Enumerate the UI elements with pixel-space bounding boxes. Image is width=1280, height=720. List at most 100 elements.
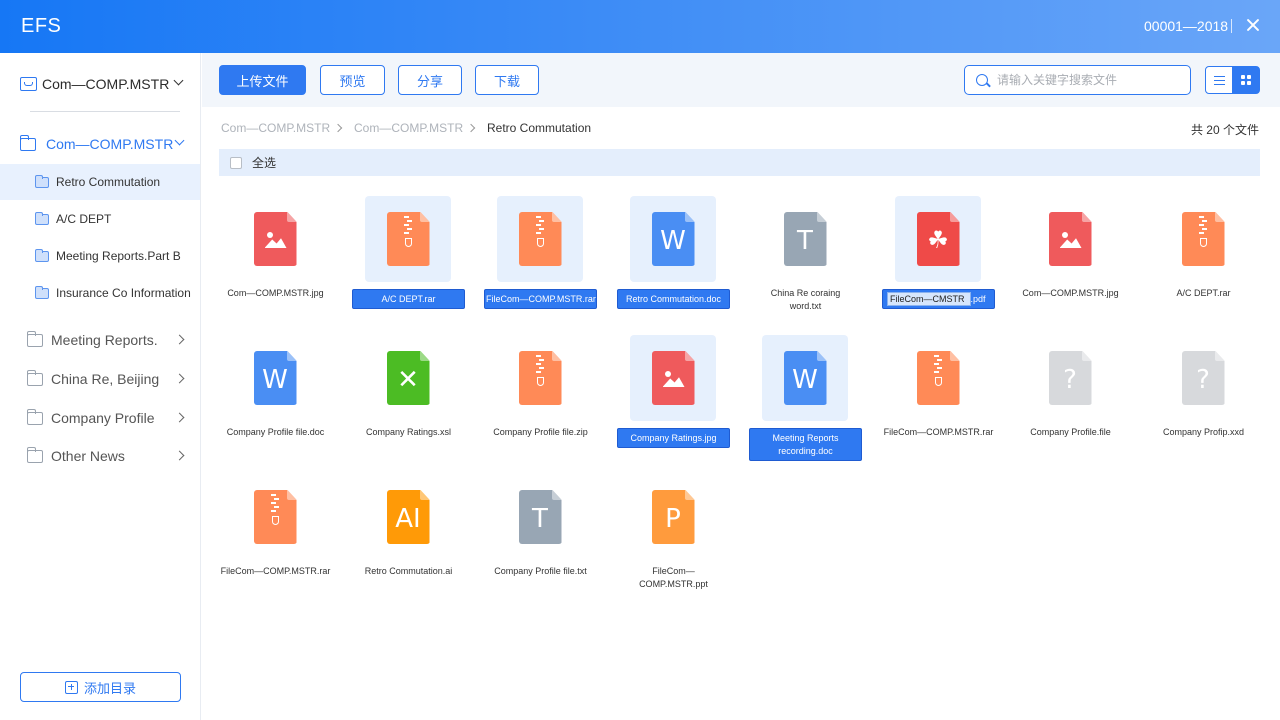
- sidebar-subitem-insurance-co[interactable]: Insurance Co Information: [0, 275, 200, 311]
- chevron-right-icon: [466, 123, 476, 133]
- file-name: Com—COMP.MSTR.jpg: [227, 288, 324, 298]
- file-tile[interactable]: FileCom—COMP.MSTR.rar: [218, 474, 333, 609]
- file-rename-field[interactable]: FileCom—CMSTR .pdf: [882, 289, 995, 309]
- file-tile[interactable]: FileCom—COMP.MSTR.rar: [881, 335, 996, 470]
- file-tile[interactable]: T Company Profile file.txt: [483, 474, 598, 609]
- inbox-icon: [20, 77, 37, 91]
- file-tile[interactable]: ? Company Profip.xxd: [1146, 335, 1261, 470]
- file-tile[interactable]: ? Company Profile.file: [1013, 335, 1128, 470]
- excel-file-icon: ✕: [386, 351, 430, 405]
- breadcrumb-current: Retro Commutation: [487, 121, 592, 135]
- archive-file-icon: [916, 351, 960, 405]
- group-label: China Re, Beijing: [51, 371, 160, 387]
- archive-file-icon: [253, 490, 297, 544]
- file-name: Company Profile file.txt: [494, 566, 587, 576]
- file-tile[interactable]: T China Re coraing word.txt: [748, 196, 863, 331]
- file-tile-selected[interactable]: A/C DEPT.rar: [351, 196, 466, 331]
- file-tile-selected[interactable]: Company Ratings.jpg: [616, 335, 731, 470]
- rename-input[interactable]: FileCom—CMSTR: [887, 292, 971, 306]
- file-name: FileCom—COMP.MSTR.rar: [484, 289, 597, 309]
- sidebar-item-active-folder[interactable]: Com—COMP.MSTR: [19, 133, 190, 155]
- folder-icon: [19, 134, 36, 151]
- file-tile[interactable]: A/C DEPT.rar: [1146, 196, 1261, 331]
- folder-icon: [34, 211, 49, 225]
- grid-view-toggle[interactable]: [1232, 66, 1260, 94]
- file-name: China Re coraing word.txt: [770, 288, 841, 311]
- subitem-label: A/C DEPT: [56, 212, 112, 226]
- select-all-bar: 全选: [219, 149, 1260, 176]
- subitem-label: Insurance Co Information: [56, 286, 191, 300]
- folder-icon: [34, 248, 49, 262]
- image-file-icon: [1048, 212, 1092, 266]
- sidebar-item-other-news[interactable]: Other News: [26, 445, 187, 467]
- share-button[interactable]: 分享: [398, 65, 462, 95]
- file-name: Company Profile.file: [1030, 427, 1111, 437]
- illustrator-file-icon: AI: [386, 490, 430, 544]
- image-file-icon: [253, 212, 297, 266]
- archive-file-icon: [518, 351, 562, 405]
- close-icon[interactable]: [1245, 17, 1261, 33]
- file-name: Retro Commutation.ai: [364, 566, 453, 576]
- header-divider: [1231, 19, 1232, 33]
- sidebar-item-company-profile[interactable]: Company Profile: [26, 407, 187, 429]
- sidebar-subitem-retro-commutation[interactable]: Retro Commutation: [0, 164, 200, 200]
- archive-file-icon: [1181, 212, 1225, 266]
- list-view-toggle[interactable]: [1205, 66, 1233, 94]
- group-label: Meeting Reports.: [51, 332, 158, 348]
- file-tile-selected[interactable]: FileCom—COMP.MSTR.rar: [483, 196, 598, 331]
- select-all-checkbox[interactable]: [230, 156, 242, 169]
- text-file-icon: T: [518, 490, 562, 544]
- image-file-icon: [651, 351, 695, 405]
- archive-file-icon: [518, 212, 562, 266]
- breadcrumb-item[interactable]: Com—COMP.MSTR: [221, 121, 330, 135]
- add-directory-button[interactable]: 添加目录: [20, 672, 181, 702]
- folder-icon: [26, 446, 43, 463]
- chevron-right-icon: [174, 412, 185, 423]
- chevron-down-icon: [173, 75, 184, 86]
- folder-icon: [26, 408, 43, 425]
- word-file-icon: W: [253, 351, 297, 405]
- file-tile[interactable]: ✕ Company Ratings.xsl: [351, 335, 466, 470]
- file-name: Company Profile file.doc: [226, 427, 325, 437]
- chevron-right-icon: [174, 373, 185, 384]
- sidebar-subitem-meeting-reports-part-b[interactable]: Meeting Reports.Part B: [0, 238, 200, 274]
- file-tile[interactable]: W Company Profile file.doc: [218, 335, 333, 470]
- folder-icon: [34, 285, 49, 299]
- list-icon: [1213, 75, 1225, 85]
- sidebar-subitem-ac-dept[interactable]: A/C DEPT: [0, 201, 200, 237]
- chevron-right-icon: [333, 123, 343, 133]
- file-name: Company Ratings.jpg: [617, 428, 730, 448]
- preview-button[interactable]: 预览: [320, 65, 385, 95]
- breadcrumb-item[interactable]: Com—COMP.MSTR: [354, 121, 463, 135]
- sidebar-item-meeting-reports[interactable]: Meeting Reports.: [26, 329, 187, 351]
- file-tile-selected[interactable]: W Meeting Reports recording.doc: [748, 335, 863, 470]
- active-folder-label: Com—COMP.MSTR: [46, 136, 174, 152]
- plus-icon: [64, 680, 78, 694]
- subitem-label: Retro Commutation: [56, 175, 161, 189]
- sidebar-divider: [30, 111, 180, 112]
- sidebar-item-china-re[interactable]: China Re, Beijing: [26, 368, 187, 390]
- workspace-selector[interactable]: Com—COMP.MSTR: [20, 73, 190, 95]
- file-tile-selected[interactable]: W Retro Commutation.doc: [616, 196, 731, 331]
- file-tile[interactable]: Com—COMP.MSTR.jpg: [1013, 196, 1128, 331]
- unknown-file-icon: ?: [1048, 351, 1092, 405]
- select-all-label: 全选: [252, 156, 277, 170]
- workspace-label: Com—COMP.MSTR: [42, 76, 170, 92]
- file-name: FileCom—COMP.MSTR.rar: [220, 566, 331, 576]
- file-name: FileCom—COMP.MSTR.rar: [883, 427, 994, 437]
- file-tile[interactable]: AI Retro Commutation.ai: [351, 474, 466, 609]
- group-label: Company Profile: [51, 410, 155, 426]
- file-tile[interactable]: P FileCom—COMP.MSTR.ppt: [616, 474, 731, 609]
- add-directory-label: 添加目录: [83, 680, 136, 696]
- file-tile[interactable]: Company Profile file.zip: [483, 335, 598, 470]
- folder-icon: [34, 174, 49, 188]
- pdf-file-icon: ☘: [916, 212, 960, 266]
- file-tile[interactable]: Com—COMP.MSTR.jpg: [218, 196, 333, 331]
- upload-button[interactable]: 上传文件: [219, 65, 306, 95]
- chevron-right-icon: [174, 334, 185, 345]
- download-button[interactable]: 下载: [475, 65, 539, 95]
- file-tile-renaming[interactable]: ☘ FileCom—CMSTR .pdf: [881, 196, 996, 331]
- file-name: FileCom—COMP.MSTR.ppt: [639, 566, 708, 589]
- search-input[interactable]: [997, 73, 1182, 87]
- word-file-icon: W: [783, 351, 827, 405]
